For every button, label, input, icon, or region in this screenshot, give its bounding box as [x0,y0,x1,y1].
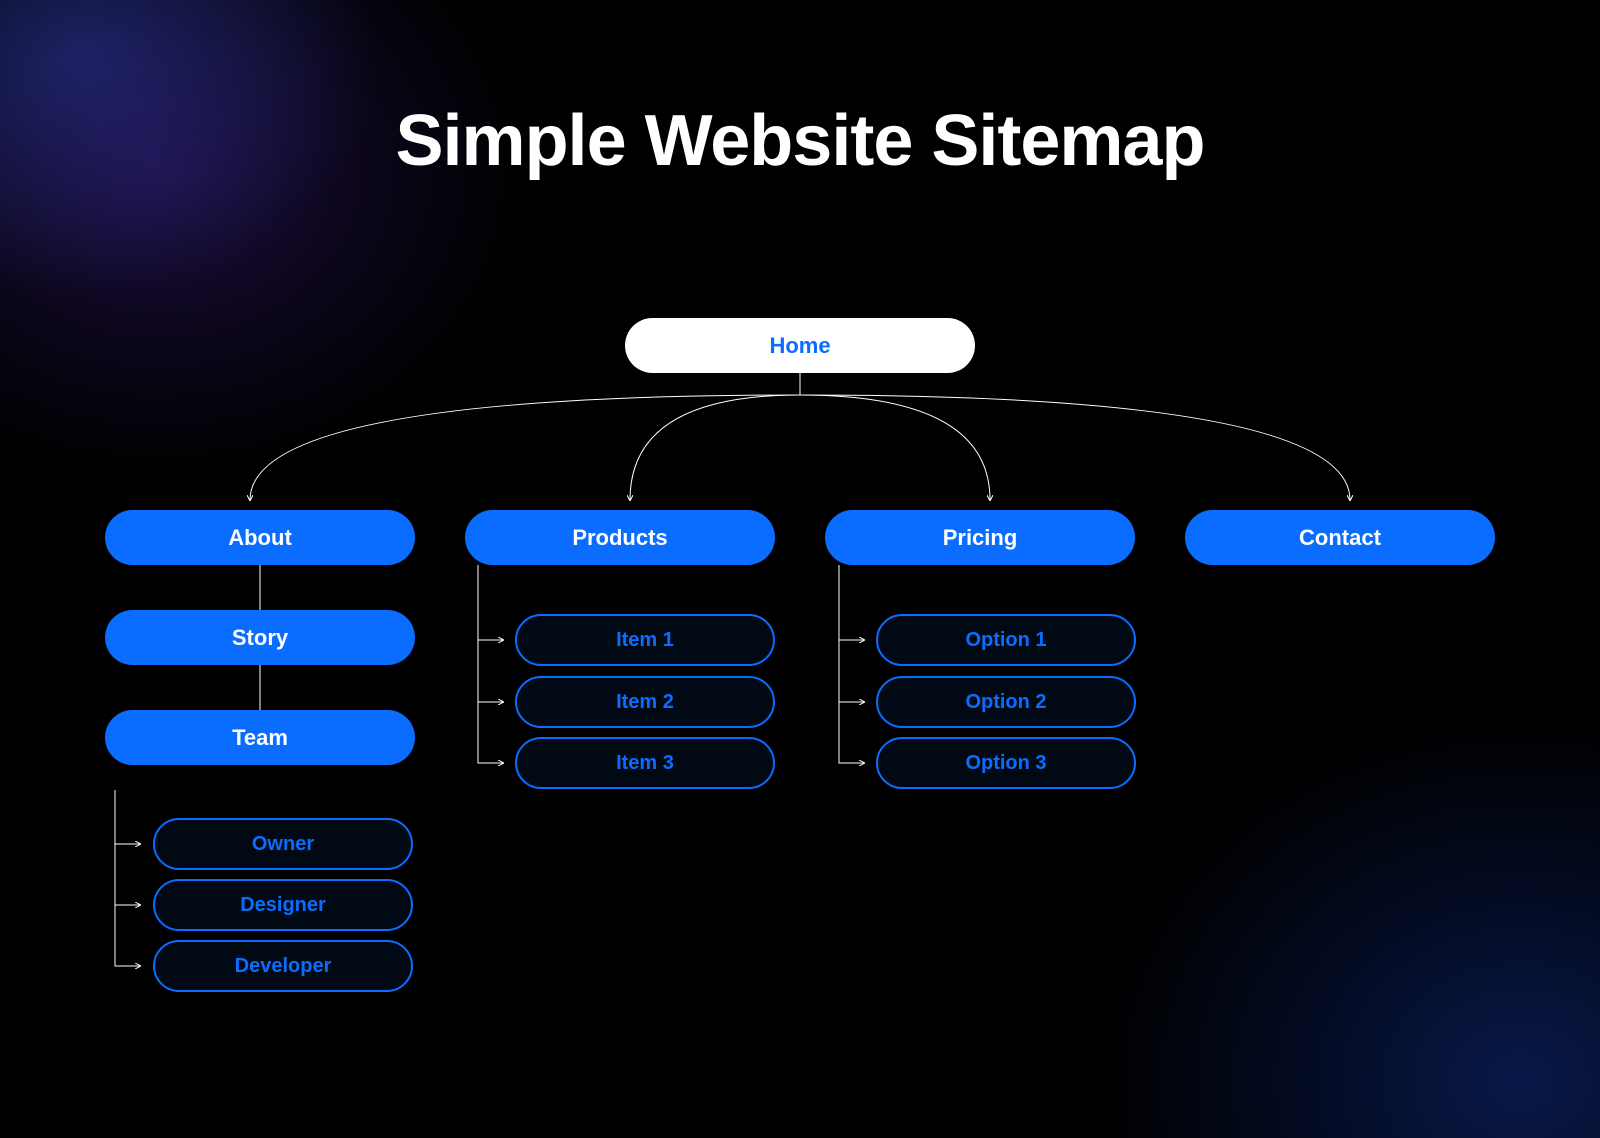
node-designer: Designer [153,879,413,931]
node-about: About [105,510,415,565]
page-title: Simple Website Sitemap [0,100,1600,182]
node-pricing: Pricing [825,510,1135,565]
node-home: Home [625,318,975,373]
node-contact: Contact [1185,510,1495,565]
node-item-1: Item 1 [515,614,775,666]
node-products: Products [465,510,775,565]
node-option-2: Option 2 [876,676,1136,728]
node-story: Story [105,610,415,665]
node-option-3: Option 3 [876,737,1136,789]
node-item-3: Item 3 [515,737,775,789]
node-item-2: Item 2 [515,676,775,728]
node-developer: Developer [153,940,413,992]
node-team: Team [105,710,415,765]
node-owner: Owner [153,818,413,870]
node-option-1: Option 1 [876,614,1136,666]
